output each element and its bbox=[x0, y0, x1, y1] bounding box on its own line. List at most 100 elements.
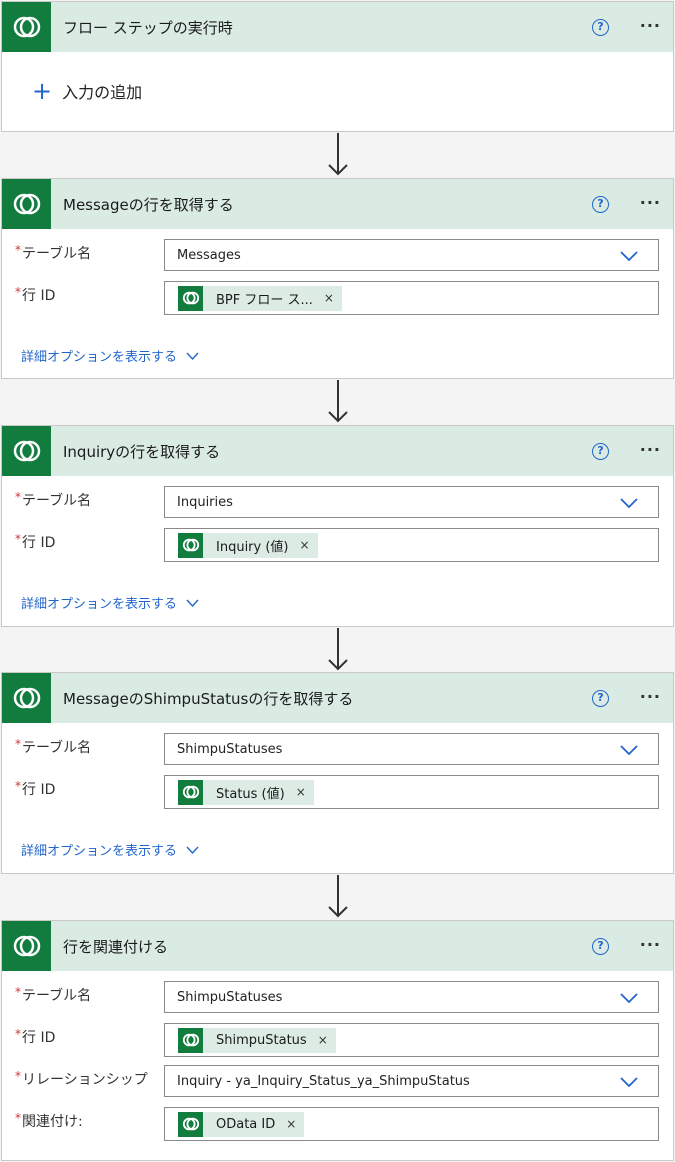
table-name-label: *テーブル名 bbox=[15, 490, 92, 509]
table-name-label: *テーブル名 bbox=[15, 243, 92, 262]
trigger-card-header[interactable]: フロー ステップの実行時 ? ··· bbox=[2, 2, 673, 52]
relationship-label: *リレーションシップ bbox=[15, 1069, 148, 1088]
flow-arrow-icon bbox=[328, 875, 348, 918]
chevron-down-icon bbox=[620, 498, 638, 508]
table-name-row: *テーブル名 ShimpuStatuses bbox=[2, 981, 673, 1023]
step-title: 行を関連付ける bbox=[63, 937, 169, 956]
chevron-down-icon bbox=[620, 1077, 638, 1087]
table-name-label: *テーブル名 bbox=[15, 737, 92, 756]
show-advanced-options-link[interactable]: 詳細オプションを表示する bbox=[21, 346, 199, 365]
trigger-card: フロー ステップの実行時 ? ··· + 入力の追加 bbox=[1, 1, 674, 132]
relate-rows-card: 行を関連付ける ? ··· *テーブル名 ShimpuStatuses *行 I… bbox=[1, 920, 674, 1161]
remove-token-icon[interactable]: × bbox=[318, 1033, 328, 1047]
relationship-dropdown[interactable]: Inquiry - ya_Inquiry_Status_ya_ShimpuSta… bbox=[164, 1065, 659, 1097]
relate-with-row: *関連付け: OData ID × bbox=[2, 1107, 673, 1149]
chevron-down-icon bbox=[186, 599, 199, 607]
row-id-input[interactable]: Status (値) × bbox=[164, 775, 659, 809]
dynamic-content-token: Status (値) × bbox=[178, 779, 314, 805]
row-id-row: *行 ID BPF フロー ス... × bbox=[2, 281, 673, 323]
step-title: Messageの行を取得する bbox=[63, 195, 234, 214]
dataverse-logo-icon bbox=[2, 179, 51, 229]
relate-rows-header[interactable]: 行を関連付ける ? ··· bbox=[2, 921, 673, 971]
trigger-title: フロー ステップの実行時 bbox=[63, 18, 233, 37]
token-label: ShimpuStatus bbox=[216, 1032, 307, 1048]
table-name-value: ShimpuStatuses bbox=[177, 989, 283, 1005]
dataverse-logo-icon bbox=[2, 426, 51, 476]
table-name-dropdown[interactable]: ShimpuStatuses bbox=[164, 733, 659, 765]
table-name-value: Inquiries bbox=[177, 494, 233, 510]
row-id-input[interactable]: ShimpuStatus × bbox=[164, 1023, 659, 1057]
table-name-dropdown[interactable]: Messages bbox=[164, 239, 659, 271]
dynamic-content-token: Inquiry (値) × bbox=[178, 532, 318, 558]
dataverse-logo-icon bbox=[2, 921, 51, 971]
chevron-down-icon bbox=[620, 251, 638, 261]
help-icon[interactable]: ? bbox=[592, 690, 609, 707]
more-options-icon[interactable]: ··· bbox=[640, 193, 661, 212]
table-name-row: *テーブル名 ShimpuStatuses bbox=[2, 733, 673, 775]
help-icon[interactable]: ? bbox=[592, 196, 609, 213]
relationship-row: *リレーションシップ Inquiry - ya_Inquiry_Status_y… bbox=[2, 1065, 673, 1107]
relationship-value: Inquiry - ya_Inquiry_Status_ya_ShimpuSta… bbox=[177, 1073, 470, 1089]
row-id-row: *行 ID ShimpuStatus × bbox=[2, 1023, 673, 1065]
table-name-dropdown[interactable]: Inquiries bbox=[164, 486, 659, 518]
step-body: *テーブル名 ShimpuStatuses *行 ID ShimpuStatus… bbox=[2, 981, 673, 1149]
table-name-row: *テーブル名 Inquiries bbox=[2, 486, 673, 528]
row-id-row: *行 ID Status (値) × bbox=[2, 775, 673, 817]
get-shimpustatus-row-card: MessageのShimpuStatusの行を取得する ? ··· *テーブル名… bbox=[1, 672, 674, 874]
get-shimpustatus-row-header[interactable]: MessageのShimpuStatusの行を取得する ? ··· bbox=[2, 673, 673, 723]
table-name-label: *テーブル名 bbox=[15, 985, 92, 1004]
get-message-row-header[interactable]: Messageの行を取得する ? ··· bbox=[2, 179, 673, 229]
token-label: Inquiry (値) bbox=[216, 539, 289, 555]
more-options-icon[interactable]: ··· bbox=[640, 687, 661, 706]
dynamic-content-token: ShimpuStatus × bbox=[178, 1027, 336, 1053]
row-id-label: *行 ID bbox=[15, 779, 56, 798]
help-icon[interactable]: ? bbox=[592, 938, 609, 955]
step-title: Inquiryの行を取得する bbox=[63, 442, 221, 461]
row-id-label: *行 ID bbox=[15, 285, 56, 304]
get-inquiry-row-card: Inquiryの行を取得する ? ··· *テーブル名 Inquiries *行… bbox=[1, 425, 674, 627]
token-label: Status (値) bbox=[216, 786, 285, 802]
flow-arrow-icon bbox=[328, 133, 348, 176]
help-icon[interactable]: ? bbox=[592, 443, 609, 460]
remove-token-icon[interactable]: × bbox=[324, 291, 334, 305]
chevron-down-icon bbox=[620, 993, 638, 1003]
token-label: BPF フロー ス... bbox=[216, 292, 313, 308]
show-advanced-options-link[interactable]: 詳細オプションを表示する bbox=[21, 840, 199, 859]
remove-token-icon[interactable]: × bbox=[286, 1117, 296, 1131]
row-id-input[interactable]: Inquiry (値) × bbox=[164, 528, 659, 562]
more-options-icon[interactable]: ··· bbox=[640, 16, 661, 35]
table-name-value: Messages bbox=[177, 247, 241, 263]
step-body: *テーブル名 Messages *行 ID BPF フロー ス... × 詳細オ… bbox=[2, 239, 673, 365]
plus-icon: + bbox=[32, 77, 53, 105]
relate-with-input[interactable]: OData ID × bbox=[164, 1107, 659, 1141]
show-advanced-options-link[interactable]: 詳細オプションを表示する bbox=[21, 593, 199, 612]
dynamic-content-token: BPF フロー ス... × bbox=[178, 285, 342, 311]
row-id-input[interactable]: BPF フロー ス... × bbox=[164, 281, 659, 315]
row-id-label: *行 ID bbox=[15, 1027, 56, 1046]
more-options-icon[interactable]: ··· bbox=[640, 440, 661, 459]
token-label: OData ID bbox=[216, 1116, 276, 1132]
row-id-label: *行 ID bbox=[15, 532, 56, 551]
row-id-row: *行 ID Inquiry (値) × bbox=[2, 528, 673, 570]
remove-token-icon[interactable]: × bbox=[300, 538, 310, 552]
more-options-icon[interactable]: ··· bbox=[640, 935, 661, 954]
add-input-button[interactable]: + 入力の追加 bbox=[32, 79, 142, 103]
chevron-down-icon bbox=[186, 846, 199, 854]
chevron-down-icon bbox=[186, 352, 199, 360]
get-inquiry-row-header[interactable]: Inquiryの行を取得する ? ··· bbox=[2, 426, 673, 476]
add-input-label: 入力の追加 bbox=[62, 83, 143, 102]
table-name-row: *テーブル名 Messages bbox=[2, 239, 673, 281]
flow-arrow-icon bbox=[328, 628, 348, 671]
dataverse-logo-icon bbox=[178, 285, 203, 311]
chevron-down-icon bbox=[620, 745, 638, 755]
dataverse-logo-icon bbox=[178, 532, 203, 558]
step-body: *テーブル名 Inquiries *行 ID Inquiry (値) × 詳細オ… bbox=[2, 486, 673, 612]
flow-arrow-icon bbox=[328, 380, 348, 423]
table-name-dropdown[interactable]: ShimpuStatuses bbox=[164, 981, 659, 1013]
get-message-row-card: Messageの行を取得する ? ··· *テーブル名 Messages *行 … bbox=[1, 178, 674, 379]
dataverse-logo-icon bbox=[178, 1111, 203, 1137]
help-icon[interactable]: ? bbox=[592, 19, 609, 36]
dataverse-logo-icon bbox=[2, 673, 51, 723]
remove-token-icon[interactable]: × bbox=[296, 785, 306, 799]
dataverse-logo-icon bbox=[2, 2, 51, 52]
